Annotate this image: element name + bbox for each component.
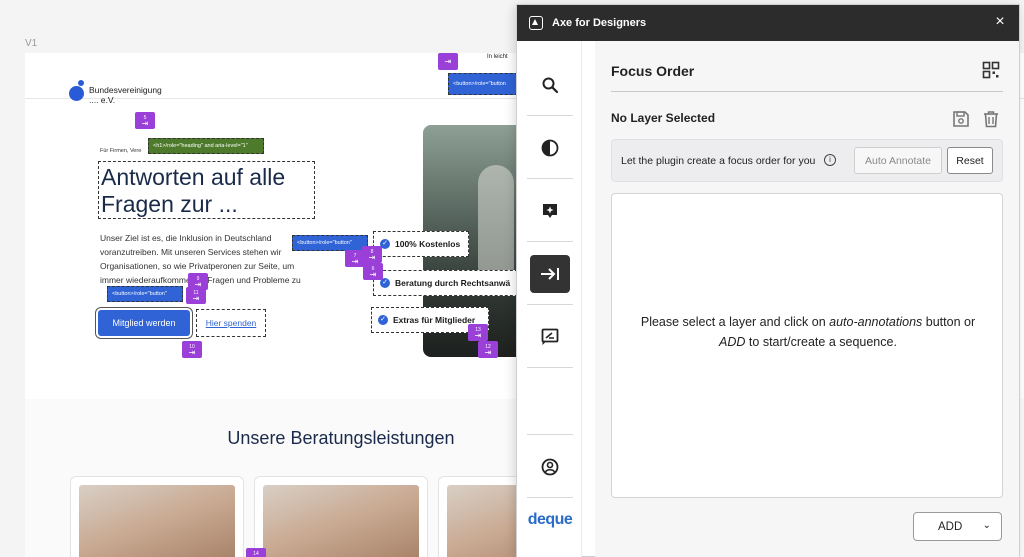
- donate-link[interactable]: Hier spenden: [196, 309, 266, 337]
- feature-item[interactable]: ✓ 100% Kostenlos: [373, 231, 469, 257]
- tab-stop-marker[interactable]: 13 ⇥: [468, 324, 488, 341]
- auto-annotate-label: Let the plugin create a focus order for …: [621, 155, 816, 167]
- grid-view-icon[interactable]: [982, 61, 1000, 79]
- tab-arrow-icon: ⇥: [188, 347, 196, 357]
- tool-rail: deque: [517, 41, 582, 557]
- logo-text-line1: Bundesvereinigung: [89, 85, 162, 95]
- service-card[interactable]: [254, 476, 428, 557]
- chevron-down-icon: ⌄: [982, 520, 991, 531]
- hero-kicker: Für Firmen, Vere: [100, 148, 142, 154]
- focus-order-icon[interactable]: [530, 255, 570, 293]
- logo-mark: [69, 86, 84, 101]
- tab-arrow-icon: ⇥: [192, 293, 200, 303]
- logo-text: Bundesvereinigung .... e.V.: [89, 85, 162, 105]
- top-link-annotation: In leicht: [487, 54, 508, 60]
- feature-label: 100% Kostenlos: [395, 239, 461, 249]
- check-icon: ✓: [378, 315, 388, 325]
- save-icon[interactable]: [952, 110, 970, 128]
- rail-divider: [527, 241, 573, 242]
- tab-stop-marker[interactable]: 5 ⇥: [135, 112, 155, 129]
- card-image: [79, 485, 235, 557]
- member-button[interactable]: Mitglied werden: [98, 310, 190, 336]
- empty-msg-emphasis: auto-annotations: [829, 315, 923, 329]
- button-annotation-tag[interactable]: <button>/role="button: [448, 73, 518, 95]
- empty-msg-text: to start/create a sequence.: [745, 335, 897, 349]
- tab-arrow-icon: ⇥: [368, 252, 376, 262]
- trash-icon[interactable]: [982, 110, 1000, 128]
- tab-arrow-icon: ⇥: [474, 330, 482, 340]
- plugin-titlebar: Axe for Designers ×: [517, 5, 1019, 41]
- tab-arrow-icon: ⇥: [369, 269, 377, 279]
- tab-stop-marker[interactable]: 14⇥: [246, 548, 266, 557]
- axe-logo-icon: [529, 16, 543, 30]
- search-icon[interactable]: [530, 66, 570, 104]
- card-image: [263, 485, 419, 557]
- empty-msg-text: Please select a layer and click on: [640, 315, 830, 329]
- rail-divider: [527, 367, 573, 368]
- tab-stop-marker[interactable]: 6 ⇥: [363, 263, 383, 280]
- contrast-icon[interactable]: [530, 129, 570, 167]
- sparkle-icon[interactable]: [530, 192, 570, 230]
- rail-divider: [527, 178, 573, 179]
- hero-title[interactable]: Antworten auf alle Fragen zur ...: [98, 161, 315, 219]
- axe-plugin-window: Axe for Designers × deque Focus Order No…: [516, 4, 1020, 557]
- tab-stop-marker[interactable]: 10 ⇥: [182, 341, 202, 358]
- selection-status: No Layer Selected: [611, 111, 716, 125]
- reset-button[interactable]: Reset: [947, 147, 993, 174]
- add-button-label: ADD: [938, 520, 963, 533]
- alt-text-icon[interactable]: [530, 318, 570, 356]
- panel-title: Focus Order: [611, 63, 695, 79]
- plugin-title: Axe for Designers: [552, 17, 647, 29]
- button-annotation-tag[interactable]: <button>/role="button": [107, 286, 183, 302]
- service-card[interactable]: [70, 476, 244, 557]
- feature-label: Beratung durch Rechtsanwä: [395, 278, 511, 288]
- close-icon[interactable]: ×: [991, 13, 1009, 31]
- empty-msg-text: button or: [922, 315, 976, 329]
- empty-msg-emphasis: ADD: [719, 335, 746, 349]
- auto-annotate-button[interactable]: Auto Annotate: [854, 147, 942, 174]
- rail-divider: [527, 434, 573, 435]
- rail-divider: [527, 497, 573, 498]
- add-button[interactable]: ADD ⌄: [913, 512, 1002, 541]
- sequence-list: Please select a layer and click on auto-…: [611, 193, 1003, 498]
- tab-stop-marker[interactable]: 8 ⇥: [362, 246, 382, 263]
- heading-annotation-tag[interactable]: <h1>/role="heading" and aria-level="1": [148, 138, 264, 154]
- rail-divider: [527, 115, 573, 116]
- frame-label: V1: [25, 38, 38, 49]
- tab-arrow-icon: ⇥: [141, 118, 149, 128]
- tab-stop-marker[interactable]: 7 ⇥: [345, 250, 365, 267]
- focus-order-panel: Focus Order No Layer Selected Let the pl…: [595, 41, 1019, 557]
- rail-divider: [527, 304, 573, 305]
- auto-annotate-row: Let the plugin create a focus order for …: [611, 139, 1003, 182]
- empty-state-message: Please select a layer and click on auto-…: [632, 312, 984, 352]
- header-divider: [611, 91, 1003, 92]
- tab-stop-marker[interactable]: ⇥: [438, 53, 458, 70]
- profile-icon[interactable]: [530, 448, 570, 486]
- tab-arrow-icon: ⇥: [351, 256, 359, 266]
- button-annotation-tag[interactable]: <button>/role="button": [292, 235, 368, 251]
- feature-label: Extras für Mitglieder: [393, 315, 476, 325]
- logo-mark-dot: [78, 80, 84, 86]
- info-icon[interactable]: i: [824, 154, 836, 166]
- tab-arrow-icon: ⇥: [484, 347, 492, 357]
- tab-stop-marker[interactable]: 12 ⇥: [478, 341, 498, 358]
- tab-stop-marker[interactable]: 11 ⇥: [186, 287, 206, 304]
- deque-logo: deque: [527, 511, 573, 528]
- logo-text-line2: .... e.V.: [89, 95, 116, 105]
- feature-item[interactable]: ✓ Beratung durch Rechtsanwä: [373, 270, 523, 296]
- tab-arrow-icon: ⇥: [444, 56, 452, 66]
